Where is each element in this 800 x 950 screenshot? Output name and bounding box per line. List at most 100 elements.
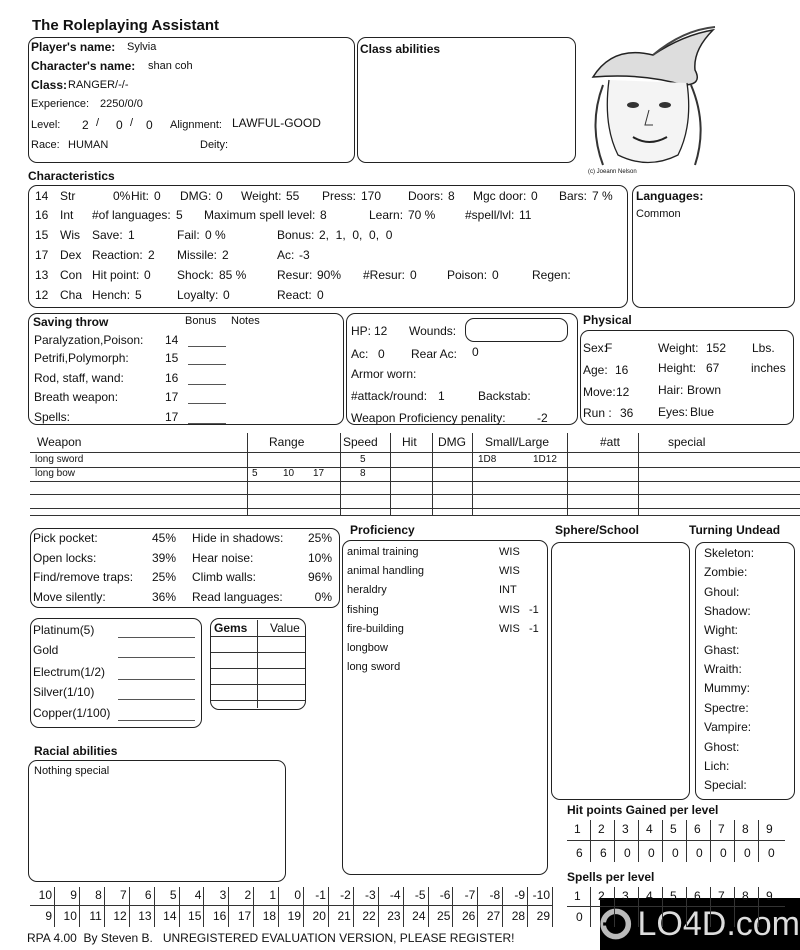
gems-row [211, 636, 305, 637]
hp-level-value[interactable]: 0 [624, 846, 631, 860]
languages-label: Languages: [636, 189, 704, 203]
thac0-divider [552, 887, 553, 927]
gems-row [211, 700, 305, 701]
sex-value[interactable]: F [605, 341, 612, 355]
notes-column-label: Notes [231, 315, 260, 327]
hp-level-number: 3 [622, 822, 629, 836]
skill-value[interactable]: 36% [152, 590, 176, 604]
weight-value[interactable]: 152 [706, 341, 726, 355]
proficiency-name[interactable]: long sword [347, 660, 400, 674]
spells-level-divider [638, 887, 639, 927]
spells-level-number: 2 [598, 889, 605, 903]
hp-level-value[interactable]: 0 [696, 846, 703, 860]
player-name-value[interactable]: Sylvia [127, 40, 156, 54]
hp-level-value[interactable]: 0 [672, 846, 679, 860]
wounds-input[interactable] [465, 318, 568, 342]
ability-score[interactable]: 17 [35, 248, 48, 262]
ability-score[interactable]: 12 [35, 288, 48, 302]
thac0-divider [30, 905, 552, 906]
languages-box[interactable] [632, 185, 795, 308]
undead-type: Special: [704, 778, 747, 793]
proficiency-name[interactable]: heraldry [347, 583, 387, 597]
ability-score[interactable]: 16 [35, 208, 48, 222]
column-divider [432, 433, 433, 515]
experience-value[interactable]: 2250/0/0 [100, 97, 143, 111]
class-value[interactable]: RANGER/-/- [68, 78, 129, 92]
ability-field-value: 0 [531, 189, 538, 203]
ability-field-value: 0 [223, 288, 230, 302]
ability-score[interactable]: 13 [35, 268, 48, 282]
proficiency-name[interactable]: fire-building [347, 622, 404, 636]
proficiency-penalty-value[interactable]: -2 [537, 411, 548, 425]
level-value[interactable]: 2 [82, 118, 89, 132]
rear-ac-value[interactable]: 0 [472, 345, 479, 359]
character-name-value[interactable]: shan coh [148, 59, 193, 73]
ability-field-value-wrap: 1 [128, 228, 135, 242]
skill-value[interactable]: 10% [308, 551, 332, 565]
thac0-roll: 23 [387, 909, 401, 923]
racial-abilities-label: Racial abilities [34, 744, 118, 758]
saving-throw-value[interactable]: 15 [165, 351, 178, 365]
saving-throw-value[interactable]: 16 [165, 371, 178, 385]
row-divider [30, 508, 800, 509]
proficiency-name[interactable]: longbow [347, 641, 388, 655]
thac0-roll: 14 [163, 909, 177, 923]
ability-field-value-wrap: 0 [531, 189, 538, 203]
hp-level-value[interactable]: 0 [720, 846, 727, 860]
height-value[interactable]: 67 [706, 361, 719, 375]
proficiency-name[interactable]: animal handling [347, 564, 424, 578]
hair-value[interactable]: Brown [687, 383, 721, 397]
ability-name: Wis [60, 228, 80, 242]
level-value[interactable]: 0 [146, 118, 153, 132]
race-value[interactable]: HUMAN [68, 138, 108, 152]
ability-field-value: 1 [128, 228, 135, 242]
spells-level-value[interactable]: 0 [576, 910, 583, 924]
weapon-name[interactable]: long sword [35, 453, 83, 467]
hp-value[interactable]: 12 [374, 324, 387, 338]
alignment-value[interactable]: LAWFUL-GOOD [232, 116, 321, 130]
ability-field-label: Save: [92, 228, 123, 242]
skill-value[interactable]: 96% [308, 570, 332, 584]
character-name-label: Character's name: [31, 59, 136, 73]
hp-level-value[interactable]: 6 [600, 846, 607, 860]
alignment-label: Alignment: [170, 119, 222, 131]
skill-value[interactable]: 0% [315, 590, 332, 604]
ability-score[interactable]: 15 [35, 228, 48, 242]
ability-score[interactable]: 14 [35, 189, 48, 203]
move-label: Move: [583, 385, 616, 399]
hp-level-value[interactable]: 6 [576, 846, 583, 860]
saving-throw-value[interactable]: 17 [165, 390, 178, 404]
eyes-value[interactable]: Blue [690, 405, 714, 419]
hp-label: HP: [351, 324, 372, 338]
proficiency-name[interactable]: fishing [347, 603, 379, 617]
hp-level-value[interactable]: 0 [648, 846, 655, 860]
ability-field-value: 11 [519, 208, 532, 222]
saving-throw-value[interactable]: 14 [165, 333, 178, 347]
proficiency-name[interactable]: animal training [347, 545, 419, 559]
thac0-ac: -4 [389, 888, 401, 902]
skill-value[interactable]: 25% [308, 531, 332, 545]
skill-value[interactable]: 39% [152, 551, 176, 565]
level-value[interactable]: 0 [116, 118, 123, 132]
move-value[interactable]: 12 [616, 385, 629, 399]
saving-throw-value[interactable]: 17 [165, 410, 178, 424]
run-value[interactable]: 36 [620, 406, 633, 420]
bonus-column-label: Bonus [185, 315, 217, 327]
column-divider [340, 433, 341, 515]
ability-field-label: #of languages: [92, 208, 171, 222]
armor-label: Armor worn: [351, 367, 417, 381]
ac-value[interactable]: 0 [378, 347, 385, 361]
thac0-ac: 8 [95, 888, 102, 902]
ability-field-label: Resur: [277, 268, 313, 282]
sphere-school-box[interactable] [551, 542, 690, 800]
weapon-name[interactable]: long bow [35, 467, 75, 481]
skill-value[interactable]: 25% [152, 570, 176, 584]
hp-level-value[interactable]: 0 [768, 846, 775, 860]
ability-field-label: Press: [322, 189, 357, 203]
racial-abilities-box[interactable] [28, 760, 286, 882]
ac-label: Ac: [351, 347, 369, 361]
skill-value[interactable]: 45% [152, 531, 176, 545]
age-value[interactable]: 16 [615, 363, 628, 377]
hp-level-value[interactable]: 0 [744, 846, 751, 860]
attacks-value[interactable]: 1 [438, 389, 445, 403]
